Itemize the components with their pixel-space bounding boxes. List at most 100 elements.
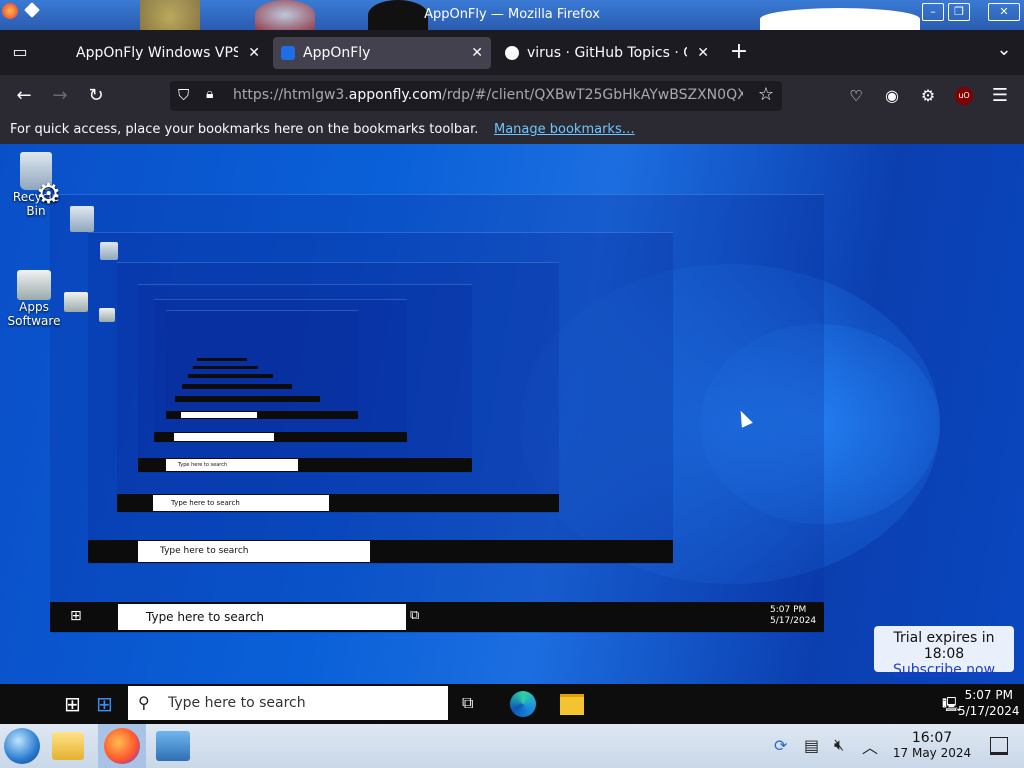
pocket-icon[interactable]: ♡ [844,86,868,106]
tab-apponfly-vps[interactable]: AppOnFly Windows VPS ✕ [48,37,268,69]
host-clock-time: 16:07 [911,730,953,746]
apps-software-icon [64,292,88,312]
ublock-icon[interactable]: uO [955,87,973,105]
maximize-button[interactable]: ❐ [948,3,970,21]
nested-taskbar [166,411,358,419]
window-titlebar: AppOnFly — Mozilla Firefox – ❐ ✕ [0,0,1024,30]
host-clock[interactable]: 16:07 17 May 2024 [886,730,978,760]
search-placeholder: Type here to search [168,695,306,711]
minimize-button[interactable]: – [922,3,944,21]
bookmarks-message: For quick access, place your bookmarks h… [10,122,479,137]
tab-github-topics[interactable]: virus · GitHub Topics · Gi ✕ [497,37,717,69]
tray-expand-icon[interactable]: ︿ [862,734,878,758]
desktop-icon-apps-software[interactable]: Apps Software [4,270,64,328]
window-title: AppOnFly — Mozilla Firefox [424,7,600,22]
tab-label: AppOnFly Windows VPS [76,45,238,61]
url-path: /rdp/#/client/QXBwT25GbHkAYwBSZXN0QX [442,87,743,103]
account-icon[interactable]: ◉ [880,86,904,106]
settings-gear-icon: ⚙ [36,177,62,210]
apps-software-icon [17,270,51,300]
forward-icon[interactable]: → [48,86,72,106]
tab-apponfly[interactable]: AppOnFly ✕ [273,37,491,69]
nested-taskbar: Type here to search [88,540,673,563]
host-taskbar: ⟳ ▤ 🔇︎ ︿ 16:07 17 May 2024 [0,724,1024,768]
subscribe-now-link[interactable]: Subscribe now [874,662,1014,678]
clipboard-icon[interactable]: ▤ [804,736,819,755]
nested-screen-frame [166,310,358,419]
desktop-icon-label: Apps Software [7,300,61,328]
tab-label: AppOnFly [303,45,371,61]
shield-icon[interactable]: ⛉ [178,86,189,104]
start-button[interactable]: ⊞ [64,692,81,716]
url-bar[interactable]: ⛉ 🔒︎ https://htmlgw3.apponfly.com/rdp/#/… [170,81,782,111]
remote-taskbar: ⊞ ⊞ ⚲ Type here to search ⧉ 🖳︎ 5:07 PM 5… [0,684,1024,724]
extensions-icon[interactable]: ⚙ [916,86,940,106]
search-icon: ⚲ [138,693,150,712]
list-all-tabs-icon[interactable]: ⌄ [992,40,1016,60]
nested-search-box: Type here to search [138,541,370,562]
remote-search-box[interactable]: ⚲ Type here to search [128,686,448,720]
edge-browser-icon[interactable] [510,691,536,717]
tab-strip: ▭ AppOnFly Windows VPS ✕ AppOnFly ✕ viru… [0,30,1024,75]
folder-icon[interactable] [52,732,84,760]
remote-clock-time: 5:07 PM [964,688,1013,702]
nested-desktop-icon [64,206,100,232]
volume-muted-icon[interactable]: 🔇︎ [834,735,844,755]
nested-clock: 5:07 PM 5/17/2024 [770,605,817,626]
nested-taskbar: ⊞ Type here to search ⧉ 5:07 PM 5/17/2024 [50,602,824,632]
nested-search-box: Type here to search [153,495,329,511]
apps-software-icon [99,308,115,322]
nested-search-box [181,412,257,418]
manage-bookmarks-link[interactable]: Manage bookmarks… [494,122,635,137]
nested-desktop-icon [62,292,90,312]
nested-taskbar [197,358,247,361]
close-tab-icon[interactable]: ✕ [248,37,260,69]
close-tab-icon[interactable]: ✕ [697,37,709,69]
nested-desktop-icon [98,308,116,322]
github-favicon-icon [505,46,519,60]
nested-taskbar [182,384,292,389]
tab-label: virus · GitHub Topics · Gi [527,45,687,61]
new-tab-button[interactable]: + [727,41,751,63]
bookmarks-toolbar: For quick access, place your bookmarks h… [0,117,1024,144]
nested-search-box: Type here to search [118,604,406,630]
recycle-bin-icon [70,206,94,232]
url-domain: apponfly.com [348,87,443,103]
bookmark-star-icon[interactable]: ☆ [758,84,774,105]
reload-icon[interactable]: ↻ [84,86,108,106]
apponfly-favicon-icon [281,46,295,60]
host-clock-date: 17 May 2024 [892,746,972,760]
nested-taskbar [154,432,407,442]
nested-taskbar [188,374,273,378]
nested-desktop-icon [98,242,120,260]
recycle-bin-icon [100,242,118,260]
nested-taskbar: Type here to search [117,494,559,512]
url-text[interactable]: https://htmlgw3.apponfly.com/rdp/#/clien… [233,87,743,103]
nested-taskbar [193,366,258,369]
url-prefix: https://htmlgw3. [233,87,349,103]
remote-clock-date: 5/17/2024 [958,704,1020,718]
trial-text: Trial expires in 18:08 [893,630,995,662]
start-orb-icon[interactable] [4,728,40,764]
menu-icon[interactable]: ☰ [988,86,1012,106]
file-explorer-icon[interactable] [560,694,584,715]
nested-search-box: Type here to search [166,459,298,471]
windows-logo-icon: ⊞ [70,608,82,624]
update-icon[interactable]: ⟳ [774,736,787,755]
close-window-button[interactable]: ✕ [988,3,1020,21]
nested-taskbar [175,396,320,402]
remote-desktop-app-icon[interactable] [156,731,190,761]
task-view-icon[interactable]: ⧉ [462,693,473,713]
remote-clock[interactable]: 5:07 PM 5/17/2024 [958,687,1020,719]
show-desktop-icon[interactable] [990,737,1008,755]
close-tab-icon[interactable]: ✕ [471,37,483,69]
start-ghost-icon: ⊞ [96,692,113,716]
back-icon[interactable]: ← [12,86,36,106]
navigation-toolbar: ← → ↻ ⛉ 🔒︎ https://htmlgw3.apponfly.com/… [0,75,1024,117]
lock-icon[interactable]: 🔒︎ [206,86,213,102]
nested-search-box [174,433,274,441]
remote-desktop[interactable]: ⊞ Type here to search ⧉ 5:07 PM 5/17/2024… [0,144,1024,724]
trial-notice: Trial expires in 18:08 Subscribe now [874,626,1014,678]
firefox-view-icon[interactable]: ▭ [8,42,32,62]
firefox-taskbar-icon[interactable] [104,728,140,764]
